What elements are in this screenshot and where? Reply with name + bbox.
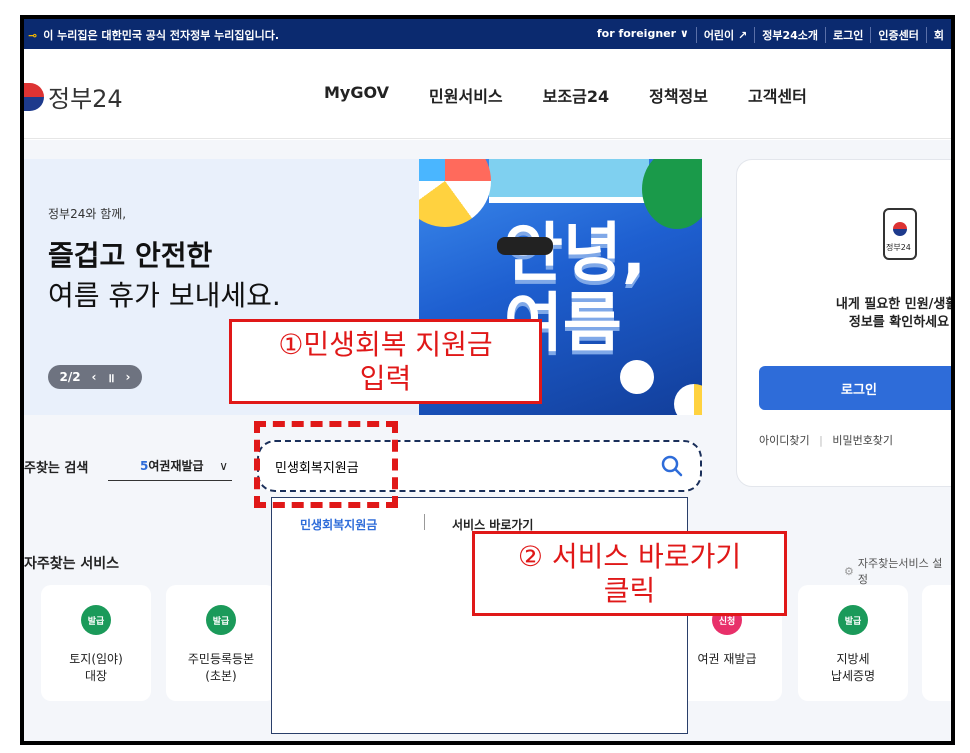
login-card: 정부24 내게 필요한 민원/생활/ 정보를 확인하세요 로그인 아이디찾기 |… (736, 159, 951, 487)
find-password-link[interactable]: 비밀번호찾기 (832, 434, 893, 447)
phone-label: 정부24 (886, 243, 911, 252)
chevron-down-icon: ∨ (219, 458, 228, 473)
service-card-resident-register[interactable]: 발급 주민등록등본 (초본) (166, 585, 276, 701)
service-card-local-tax[interactable]: 발급 지방세 납세증명 (798, 585, 908, 701)
phone-icon: 정부24 (883, 208, 917, 260)
taegeuk-small-icon (893, 222, 907, 236)
annotation-highlight-box (254, 421, 398, 508)
login-button[interactable]: 로그인 (759, 366, 951, 410)
pause-icon[interactable]: ॥ (107, 369, 114, 386)
nav-mygov[interactable]: MyGOV (324, 83, 389, 107)
service-name: 토지(임야) 대장 (69, 652, 123, 683)
banner-heading: 즐겁고 안전한 (48, 239, 213, 272)
flower-image (624, 364, 650, 390)
site-header: 정부24 MyGOV 민원서비스 보조금24 정책정보 고객센터 (24, 49, 951, 139)
small-ball-image (674, 384, 702, 415)
issue-badge: 발급 (838, 605, 868, 635)
pager-count: 2/2 (59, 370, 81, 384)
link-more[interactable]: 회 (925, 27, 951, 43)
issue-badge: 발급 (81, 605, 111, 635)
link-login[interactable]: 로그인 (825, 27, 870, 43)
sunglasses-image (497, 237, 553, 255)
account-links: 아이디찾기 | 비밀번호찾기 (759, 432, 893, 448)
screenshot-frame: ⊸ 이 누리집은 대한민국 공식 전자정부 누리집입니다. for foreig… (20, 15, 955, 745)
find-id-link[interactable]: 아이디찾기 (759, 434, 810, 447)
select-value: 여권재발급 (148, 459, 204, 473)
popular-search-label: 주찾는 검색 (24, 461, 89, 476)
nav-subsidy24[interactable]: 보조금24 (543, 83, 609, 107)
pool-edge (489, 159, 649, 203)
annotation-step1: ①민생회복 지원금 입력 (229, 319, 542, 404)
banner-heading-2: 여름 휴가 보내세요. (48, 279, 281, 312)
link-about[interactable]: 정부24소개 (754, 27, 825, 43)
site-logo[interactable]: 정부24 (24, 79, 123, 114)
service-name: 주민등록등본 (초본) (187, 652, 255, 683)
nav-civil-service[interactable]: 민원서비스 (429, 83, 503, 107)
service-card-land-register[interactable]: 발급 토지(임야) 대장 (41, 585, 151, 701)
link-kids[interactable]: 어린이 ↗ (695, 27, 754, 43)
beach-ball-image (419, 159, 491, 227)
palm-leaf-image (642, 159, 702, 229)
service-card-partial[interactable] (922, 585, 951, 701)
taegeuk-logo-icon (24, 82, 44, 111)
utility-links: for foreigner ∨ 어린이 ↗ 정부24소개 로그인 인증센터 회 (590, 27, 951, 43)
popular-search-select[interactable]: 5여권재발급 ∨ (108, 451, 232, 481)
suggestion-keyword[interactable]: 민생회복지원금 (300, 516, 377, 533)
link-cert-center[interactable]: 인증센터 (870, 27, 925, 43)
gov-notice: ⊸ 이 누리집은 대한민국 공식 전자정부 누리집입니다. (28, 27, 279, 43)
login-message: 내게 필요한 민원/생활/ 정보를 확인하세요 (835, 297, 951, 330)
nav-customer-center[interactable]: 고객센터 (748, 83, 807, 107)
link-foreigner[interactable]: for foreigner ∨ (590, 27, 696, 43)
prev-icon[interactable]: ‹ (92, 370, 97, 384)
service-name: 여권 재발급 (697, 652, 757, 666)
service-name: 지방세 납세증명 (830, 652, 876, 683)
gear-icon: ⚙ (844, 564, 854, 578)
search-icon[interactable] (660, 454, 684, 478)
banner-pager: 2/2 ‹ ॥ › (48, 365, 142, 389)
gov-notice-bar: ⊸ 이 누리집은 대한민국 공식 전자정부 누리집입니다. for foreig… (24, 19, 951, 49)
nav-policy-info[interactable]: 정책정보 (649, 83, 708, 107)
issue-badge: 발급 (206, 605, 236, 635)
suggestion-divider (424, 514, 425, 530)
next-icon[interactable]: › (126, 370, 131, 384)
annotation-step2: ② 서비스 바로가기 클릭 (472, 531, 787, 616)
gov-notice-text: 이 누리집은 대한민국 공식 전자정부 누리집입니다. (43, 29, 280, 42)
link-divider: | (819, 434, 823, 447)
frequent-services-title: 자주찾는 서비스 (24, 556, 120, 572)
settings-label: 자주찾는서비스 설정 (857, 557, 943, 586)
gov-flag-icon: ⊸ (28, 28, 38, 42)
banner-subtitle: 정부24와 함께, (48, 207, 127, 221)
main-nav: MyGOV 민원서비스 보조금24 정책정보 고객센터 (324, 83, 807, 107)
frequent-services-settings[interactable]: ⚙ 자주찾는서비스 설정 (844, 555, 951, 587)
logo-text: 정부24 (48, 85, 123, 113)
